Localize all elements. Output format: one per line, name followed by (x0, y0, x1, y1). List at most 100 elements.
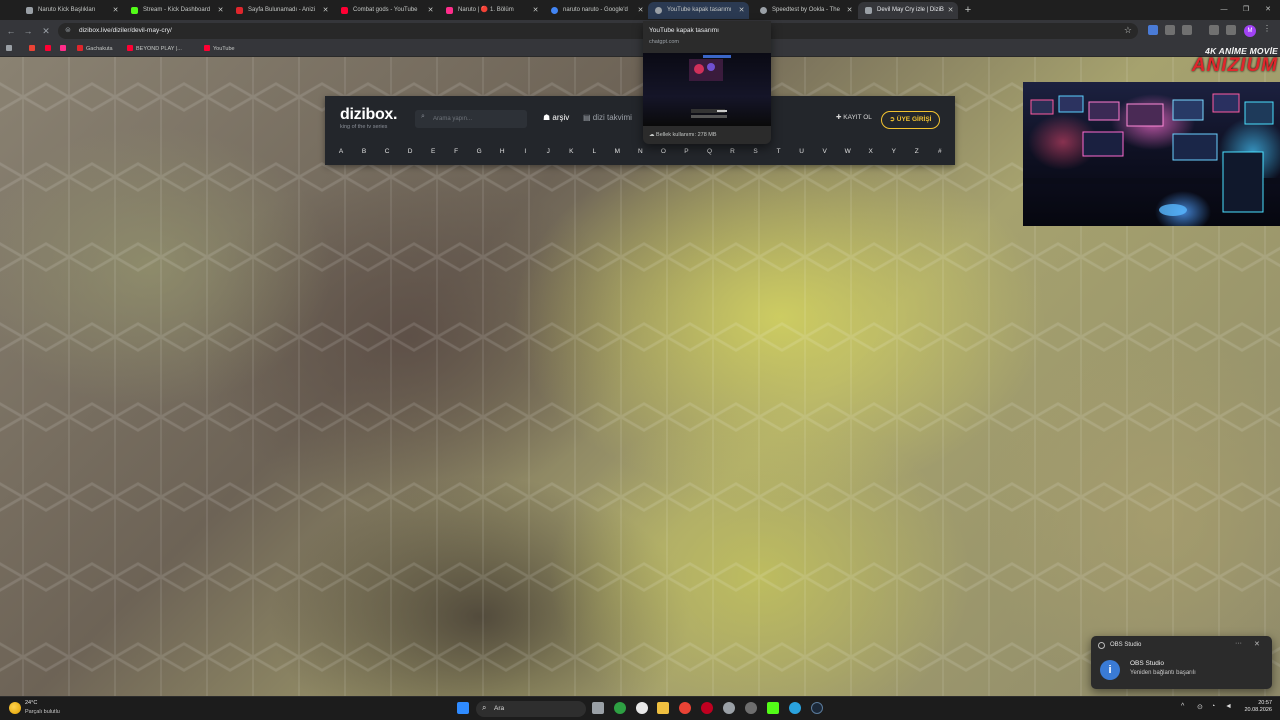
taskbar-clock[interactable]: 20:57 20.08.2026 (1238, 700, 1272, 714)
app-icon[interactable] (745, 702, 757, 714)
letter-link[interactable]: B (356, 148, 372, 160)
letter-link[interactable]: V (817, 148, 833, 160)
letter-link[interactable]: L (586, 148, 602, 160)
tab-naruto-episode[interactable]: Naruto | 🔴 1. Bölüm ✕ (439, 2, 543, 19)
weather-temp[interactable]: 24°C (25, 700, 37, 706)
letter-link[interactable]: # (932, 148, 948, 160)
letter-link[interactable]: D (402, 148, 418, 160)
letter-link[interactable]: M (609, 148, 625, 160)
cast-icon[interactable] (1226, 25, 1236, 35)
bookmark-youtube-icon[interactable] (45, 42, 54, 57)
letter-link[interactable]: I (517, 148, 533, 160)
tab-anizium-not-found[interactable]: Sayfa Bulunamadı - Anizi ✕ (229, 2, 333, 19)
steam-icon[interactable] (811, 702, 823, 714)
bookmark-kick[interactable] (60, 42, 69, 57)
xbox-icon[interactable] (614, 702, 626, 714)
reload-button[interactable]: ✕ (39, 24, 53, 38)
telegram-icon[interactable] (789, 702, 801, 714)
tray-expand-icon[interactable]: ^ (1181, 703, 1184, 710)
letter-link[interactable]: U (794, 148, 810, 160)
letter-link[interactable]: T (771, 148, 787, 160)
extension-icon[interactable] (1148, 25, 1158, 35)
back-button[interactable]: ← (4, 24, 18, 38)
site-search[interactable]: ⌕ (415, 110, 527, 128)
nav-calendar[interactable]: ▤ dizi takvimi (583, 113, 632, 122)
apps-icon[interactable] (6, 42, 15, 57)
forward-button[interactable]: → (21, 24, 35, 38)
letter-link[interactable]: G (471, 148, 487, 160)
weather-icon[interactable] (9, 702, 21, 714)
profile-avatar[interactable]: M (1244, 25, 1256, 37)
close-icon[interactable]: ✕ (216, 2, 225, 19)
close-icon[interactable]: ✕ (1254, 640, 1260, 648)
bookmark-beyond-play[interactable]: BEYOND PLAY |... (127, 42, 182, 57)
task-view-icon[interactable] (592, 702, 604, 714)
close-icon[interactable]: ✕ (636, 2, 645, 19)
letter-link[interactable]: A (333, 148, 349, 160)
download-icon[interactable] (1209, 25, 1219, 35)
letter-link[interactable]: S (748, 148, 764, 160)
obs-taskbar-icon[interactable] (636, 702, 648, 714)
extensions-puzzle-icon[interactable] (1182, 25, 1192, 35)
close-icon[interactable]: ✕ (111, 2, 120, 19)
letter-link[interactable]: P (678, 148, 694, 160)
bookmark-gachakuta[interactable]: Gachakuta (77, 42, 113, 57)
letter-link[interactable]: C (379, 148, 395, 160)
letter-link[interactable]: Z (909, 148, 925, 160)
letter-link[interactable]: J (540, 148, 556, 160)
file-explorer-icon[interactable] (657, 702, 669, 714)
notification-toast[interactable]: OBS Studio ··· ✕ i OBS Studio Yeniden ba… (1091, 636, 1272, 689)
close-icon[interactable]: ✕ (426, 2, 435, 19)
tab-speedtest[interactable]: Speedtest by Ookla - The ✕ (753, 2, 857, 19)
start-icon[interactable] (457, 702, 469, 714)
weather-desc[interactable]: Parçalı bulutlu (25, 709, 60, 715)
letter-link[interactable]: R (725, 148, 741, 160)
letter-link[interactable]: N (632, 148, 648, 160)
address-bar[interactable]: ⊜ dizibox.live/diziler/devil-may-cry/ ☆ (58, 23, 1138, 39)
tab-google-search[interactable]: naruto naruto - Google'd ✕ (544, 2, 648, 19)
letter-link[interactable]: O (655, 148, 671, 160)
tab-devil-may-cry[interactable]: Devil May Cry izle | DiziB ✕ (858, 2, 958, 19)
search-input[interactable] (433, 113, 521, 125)
close-icon[interactable]: ✕ (531, 2, 540, 19)
network-icon[interactable]: ⊙ (1197, 703, 1203, 711)
close-icon[interactable]: ✕ (845, 2, 854, 19)
close-icon[interactable]: ✕ (321, 2, 330, 19)
taskbar-search[interactable]: ⌕ Ara (476, 701, 586, 717)
register-button[interactable]: ✚ KAYIT OL (836, 113, 872, 121)
letter-link[interactable]: E (425, 148, 441, 160)
volume-icon[interactable]: ◄ (1225, 703, 1232, 710)
settings-icon[interactable] (723, 702, 735, 714)
menu-icon[interactable]: ⋮ (1263, 24, 1271, 33)
letter-link[interactable]: W (840, 148, 856, 160)
login-button[interactable]: ➲ ÜYE GİRİŞİ (881, 111, 940, 129)
tab-youtube-combat-gods[interactable]: Combat gods - YouTube ✕ (334, 2, 438, 19)
window-close-button[interactable]: ✕ (1257, 0, 1279, 20)
site-info-icon[interactable]: ⊜ (65, 26, 71, 34)
bookmark-youtube[interactable]: YouTube (204, 42, 235, 57)
minimize-button[interactable]: — (1213, 0, 1235, 20)
chrome-icon[interactable] (679, 702, 691, 714)
site-logo[interactable]: dizibox. (340, 106, 397, 124)
wifi-icon[interactable]: ◔ (1211, 703, 1215, 710)
maximize-button[interactable]: ❐ (1235, 0, 1257, 20)
letter-link[interactable]: Y (886, 148, 902, 160)
url-text[interactable]: dizibox.live/diziler/devil-may-cry/ (79, 23, 172, 39)
close-icon[interactable]: ✕ (737, 2, 746, 19)
bookmark-star-icon[interactable]: ☆ (1124, 25, 1132, 36)
letter-link[interactable]: X (863, 148, 879, 160)
letter-link[interactable]: F (448, 148, 464, 160)
opera-icon[interactable] (701, 702, 713, 714)
bookmark-gmail[interactable] (29, 42, 38, 57)
new-tab-button[interactable]: + (962, 3, 974, 17)
tab-kick-dashboard[interactable]: Stream - Kick Dashboard ✕ (124, 2, 228, 19)
extension-icon[interactable] (1165, 25, 1175, 35)
letter-link[interactable]: Q (702, 148, 718, 160)
nav-archive[interactable]: ☗ arşiv (543, 113, 569, 122)
letter-link[interactable]: K (563, 148, 579, 160)
letter-link[interactable]: H (494, 148, 510, 160)
tab-youtube-kapak[interactable]: YouTube kapak tasarımı ✕ (648, 2, 749, 19)
tab-naruto-kick-basliklari[interactable]: Naruto Kick Başlıkları ✕ (19, 2, 123, 19)
more-icon[interactable]: ··· (1235, 640, 1242, 647)
kick-studio-icon[interactable] (767, 702, 779, 714)
